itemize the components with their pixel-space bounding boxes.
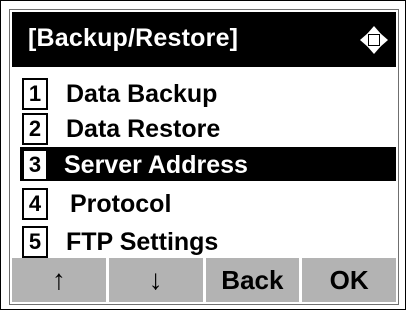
menu-item-data-restore[interactable]: 2 Data Restore [20, 111, 396, 145]
page-title: [Backup/Restore] [28, 24, 239, 52]
softkey-up-arrow[interactable]: ↑ [12, 258, 106, 302]
menu-item-number: 2 [22, 113, 48, 145]
menu-item-label: Server Address [64, 151, 248, 179]
menu-item-label: FTP Settings [66, 228, 219, 256]
menu-item-number: 4 [22, 188, 48, 220]
softkey-down-arrow[interactable]: ↓ [108, 258, 203, 302]
menu-item-number: 1 [22, 78, 48, 110]
menu-item-protocol[interactable]: 4 Protocol [20, 186, 396, 220]
menu-item-label: Data Backup [66, 80, 218, 108]
menu-item-ftp-settings[interactable]: 5 FTP Settings [20, 224, 396, 258]
softkey-ok-button[interactable]: OK [302, 258, 396, 302]
menu-item-number: 3 [22, 149, 48, 181]
softkey-bar: ↑ ↓ Back OK [12, 258, 396, 302]
four-way-navigation-icon [360, 26, 388, 54]
menu-item-label: Data Restore [66, 115, 221, 143]
phone-display-frame: [Backup/Restore] 1 Data Backup 2 Data Re… [0, 0, 406, 310]
title-bar: [Backup/Restore] [12, 12, 396, 67]
softkey-back-button[interactable]: Back [205, 258, 300, 302]
lcd-screen: [Backup/Restore] 1 Data Backup 2 Data Re… [9, 9, 399, 305]
menu-item-label: Protocol [70, 190, 172, 218]
menu-item-data-backup[interactable]: 1 Data Backup [20, 76, 396, 110]
menu-item-number: 5 [22, 226, 48, 258]
menu-item-server-address[interactable]: 3 Server Address [20, 147, 396, 181]
